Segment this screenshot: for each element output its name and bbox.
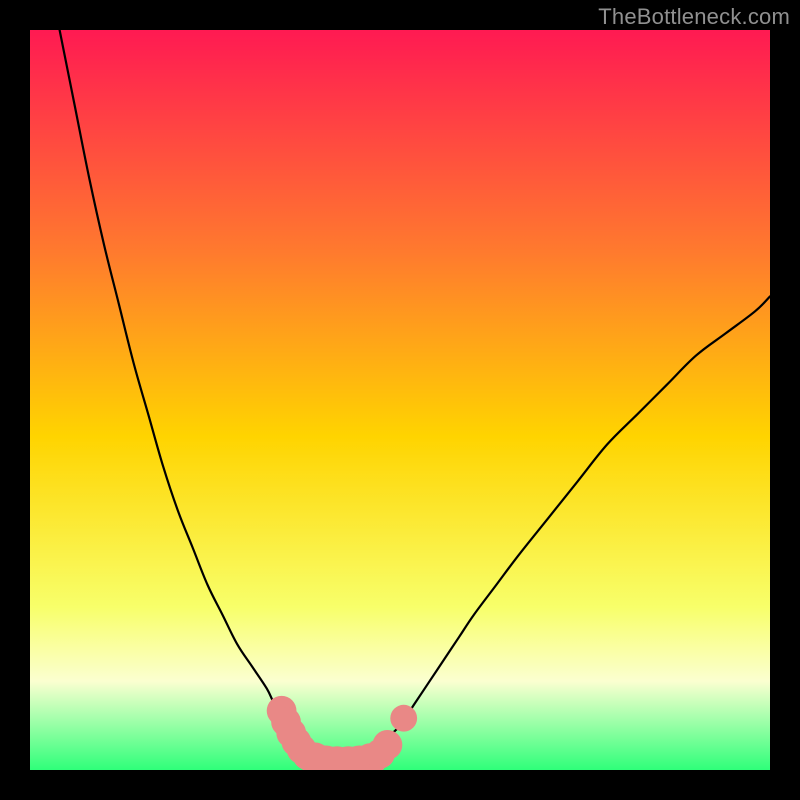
plot-area: [30, 30, 770, 770]
valley-marker: [373, 730, 403, 760]
chart-canvas: [30, 30, 770, 770]
gradient-background: [30, 30, 770, 770]
valley-marker: [390, 705, 417, 732]
watermark-text: TheBottleneck.com: [598, 4, 790, 30]
chart-frame: TheBottleneck.com: [0, 0, 800, 800]
